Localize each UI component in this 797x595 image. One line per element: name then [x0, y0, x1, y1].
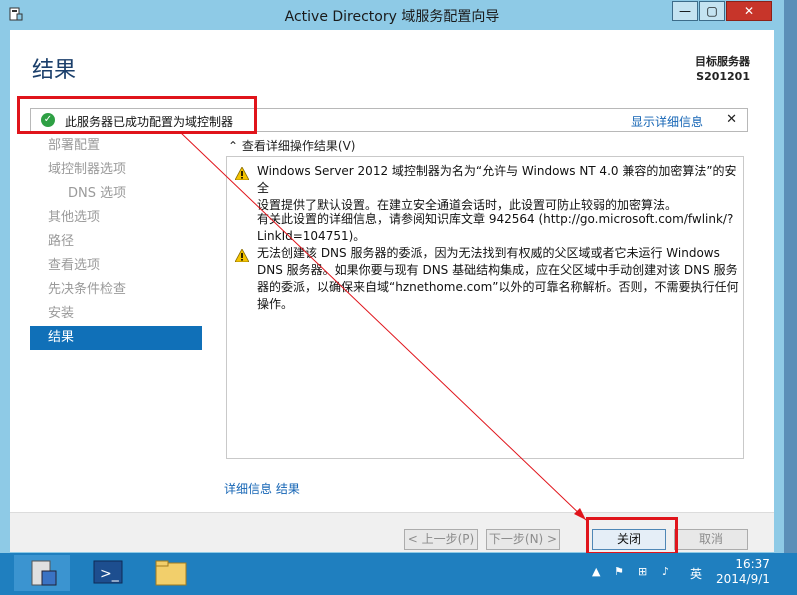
ime-indicator[interactable]: 英: [690, 565, 702, 582]
taskbar-server-manager[interactable]: [14, 555, 70, 591]
taskbar: >_ ▲ ⚑ ⊞ ♪ 英 16:37 2014/9/1: [0, 553, 797, 592]
server-manager-icon: [31, 560, 57, 586]
svg-text:>_: >_: [100, 566, 120, 582]
taskbar-powershell[interactable]: >_: [80, 555, 136, 591]
clock-time: 16:37: [735, 557, 770, 571]
tray-volume-icon[interactable]: ♪: [662, 565, 669, 578]
taskbar-explorer[interactable]: [144, 555, 200, 591]
tray-action-center-icon[interactable]: ⚑: [614, 565, 624, 578]
clock[interactable]: 16:37 2014/9/1: [716, 557, 770, 587]
tray-chevron-up-icon[interactable]: ▲: [592, 565, 600, 578]
folder-icon: [155, 560, 187, 586]
clock-date: 2014/9/1: [716, 572, 770, 586]
powershell-icon: >_: [93, 560, 123, 584]
annotation-arrow: [179, 131, 587, 521]
tray-network-icon[interactable]: ⊞: [638, 565, 647, 578]
